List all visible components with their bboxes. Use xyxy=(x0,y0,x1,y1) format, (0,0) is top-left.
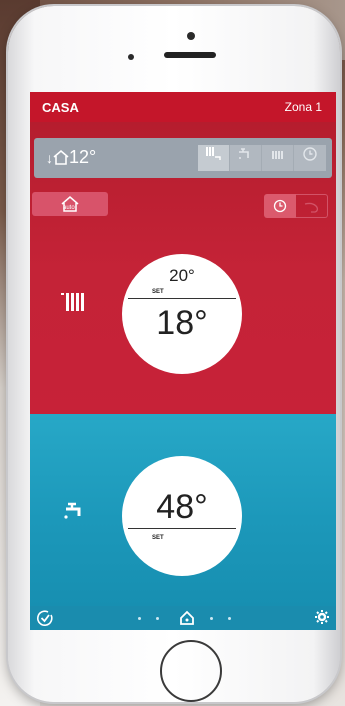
manual-mode-button[interactable] xyxy=(296,194,328,218)
earpiece-speaker xyxy=(164,52,216,58)
hand-icon xyxy=(304,202,318,213)
mode-heating-hot-water-button[interactable] xyxy=(198,145,230,171)
program-toggle xyxy=(264,194,328,218)
mode-heating-button[interactable] xyxy=(262,145,294,171)
radiator-tap-icon xyxy=(205,147,221,160)
proximity-sensor xyxy=(128,54,134,60)
mode-hot-water-button[interactable] xyxy=(230,145,262,171)
radiator-icon xyxy=(271,151,283,159)
clock-icon xyxy=(273,199,287,213)
radiator-icon xyxy=(60,291,88,318)
gear-icon[interactable] xyxy=(314,609,330,630)
outdoor-temp-value: 12° xyxy=(69,147,97,167)
heating-set-label: SET xyxy=(152,289,164,295)
schedule-mode-button[interactable] xyxy=(264,194,296,218)
status-bar: ↓ 12° xyxy=(34,138,332,178)
home-icon[interactable] xyxy=(179,610,195,626)
heating-set-value: 20° xyxy=(169,266,195,285)
hot-water-temperature-dial[interactable]: 48° SET xyxy=(122,456,242,576)
divider xyxy=(128,298,236,299)
hot-water-set-label: SET xyxy=(152,535,164,541)
tap-icon xyxy=(62,500,86,527)
bottom-bar xyxy=(30,606,336,630)
home-button[interactable] xyxy=(160,640,222,702)
auto-mode-button[interactable]: auto xyxy=(32,192,108,216)
heating-temperature-dial[interactable]: 20° SET 18° xyxy=(122,254,242,374)
auto-label: auto xyxy=(63,205,75,211)
zone-selector[interactable]: Zona 1 xyxy=(285,100,322,114)
app-title: CASA xyxy=(42,100,79,115)
front-camera xyxy=(187,32,195,40)
page-dot xyxy=(210,617,213,620)
tap-icon xyxy=(238,148,249,159)
page-dot xyxy=(228,617,231,620)
page-dot xyxy=(138,617,141,620)
page-dot xyxy=(156,617,159,620)
divider xyxy=(128,528,236,529)
house-outline-icon xyxy=(53,149,69,165)
clock-icon xyxy=(303,147,317,161)
hot-water-value: 48° xyxy=(156,488,208,526)
page-indicator xyxy=(134,610,234,626)
down-arrow-icon: ↓ xyxy=(46,150,53,166)
mode-selector xyxy=(198,145,326,171)
app-header: CASA Zona 1 xyxy=(30,92,336,122)
check-icon[interactable] xyxy=(36,609,54,630)
mode-schedule-button[interactable] xyxy=(294,145,326,171)
app-screen: CASA Zona 1 ↓ 12° auto 20° SET 18° 48° S… xyxy=(30,92,336,630)
outdoor-temperature: ↓ 12° xyxy=(46,147,96,168)
heating-current-value: 18° xyxy=(156,304,208,342)
